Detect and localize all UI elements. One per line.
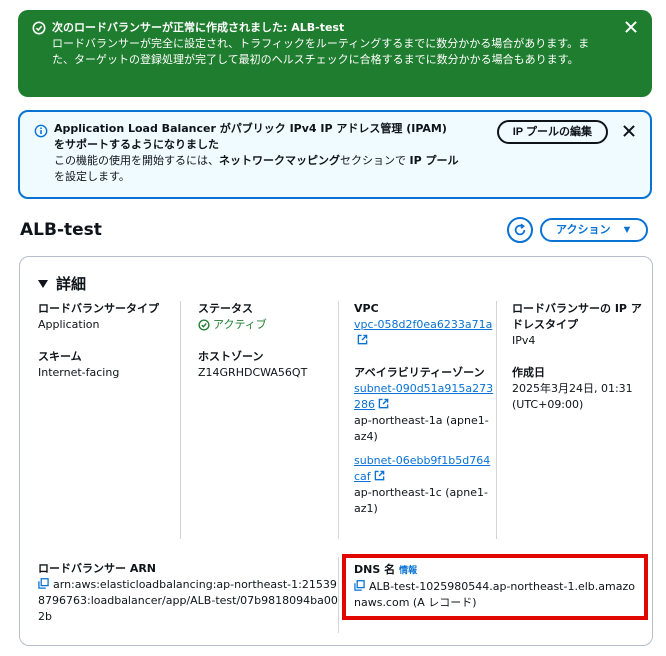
ip-type-label: ロードバランサーの IP アドレスタイプ [512,302,642,331]
arn-row: arn:aws:elasticloadbalancing:ap-northeas… [38,577,338,625]
edit-ip-pool-button[interactable]: IP プールの編集 [496,120,608,144]
status-badge: アクティブ [198,317,338,333]
column-divider [180,301,181,539]
subnet-1-az: ap-northeast-1a (apne1-az4) [354,414,489,443]
info-msg-suffix: を設定します。 [54,170,130,183]
dns-name-field-highlighted: DNS 名情報 ALB-test-1025980544.ap-northeast… [342,554,648,620]
vpc-link[interactable]: vpc-058d2f0ea6233a71a [354,318,492,331]
close-icon[interactable] [620,122,638,140]
success-check-icon [32,21,46,35]
info-flash-body: Application Load Balancer がパブリック IPv4 IP… [54,121,460,185]
external-link-icon[interactable] [357,334,368,345]
subnet-1-link[interactable]: subnet-090d51a915a273286 [354,382,493,411]
dns-row: ALB-test-1025980544.ap-northeast-1.elb.a… [354,579,636,611]
created-label: 作成日 [512,366,545,379]
subnet-2: subnet-06ebb9f1b5d764caf [354,453,494,485]
dns-label: DNS 名 [354,563,396,576]
details-container: 詳細 ロードバランサータイプ Application スキーム Internet… [19,256,653,646]
subnet-1: subnet-090d51a915a273286 [354,381,494,413]
external-link-icon[interactable] [374,470,385,481]
details-heading: 詳細 [56,275,87,293]
column-divider [338,301,339,539]
details-column-1: ロードバランサータイプ Application スキーム Internet-fa… [38,301,176,397]
dns-info-link[interactable]: 情報 [399,566,417,576]
scheme-label: スキーム [38,350,82,363]
info-msg-bold2: IP プール [409,154,459,167]
created-value: 2025年3月24日, 01:31 (UTC+09:00) [512,382,633,411]
info-msg-prefix: この機能の使用を開始するには、 [54,154,219,167]
az-label: アベイラビリティーゾーン [354,366,485,379]
copy-icon[interactable] [38,578,49,589]
status-label: ステータス [198,302,253,315]
external-link-icon[interactable] [378,398,389,409]
status-value: アクティブ [213,318,267,331]
column-divider [338,557,339,633]
caret-down-icon [38,279,48,288]
info-flash-message: この機能の使用を開始するには、ネットワークマッピングセクションで IP プールを… [54,153,460,185]
details-toggle[interactable]: 詳細 [38,273,86,294]
details-column-2: ステータス アクティブ ホストゾーン Z14GRHDCWA56QT [198,301,338,397]
success-flash-message: ロードバランサーが完全に設定され、トラフィックをルーティングするまでに数分かかる… [52,37,590,66]
arn-label: ロードバランサー ARN [38,562,157,575]
vpc-value: vpc-058d2f0ea6233a71a [354,317,494,349]
column-divider [496,301,497,539]
caret-down-icon: ▼ [621,224,633,236]
details-column-3: VPC vpc-058d2f0ea6233a71a アベイラビリティーゾーン s… [354,301,494,533]
arn-field: ロードバランサー ARN arn:aws:elasticloadbalancin… [38,561,338,625]
success-flash-body: 次のロードバランサーが正常に作成されました: ALB-test ロードバランサー… [52,20,602,68]
lb-type-value: Application [38,318,100,331]
details-column-4: ロードバランサーの IP アドレスタイプ IPv4 作成日 2025年3月24日… [512,301,648,429]
info-msg-mid: セクションで [340,154,410,167]
ip-type-value: IPv4 [512,334,536,347]
page-title: ALB-test [20,220,102,240]
copy-icon[interactable] [354,580,365,591]
subnet-2-az: ap-northeast-1c (apne1-az1) [354,486,488,515]
vpc-label: VPC [354,302,379,315]
info-msg-bold: ネットワークマッピング [219,154,340,167]
refresh-icon [514,223,526,236]
success-flash-title: 次のロードバランサーが正常に作成されました: ALB-test [52,21,345,34]
success-flashbar: 次のロードバランサーが正常に作成されました: ALB-test ロードバランサー… [18,10,652,97]
arn-value: arn:aws:elasticloadbalancing:ap-northeas… [38,578,338,623]
refresh-button[interactable] [507,217,533,243]
actions-dropdown-button[interactable]: アクション ▼ [540,218,649,242]
info-flash-title: Application Load Balancer がパブリック IPv4 IP… [54,122,447,151]
scheme-value: Internet-facing [38,366,120,379]
hosted-zone-label: ホストゾーン [198,350,264,363]
lb-type-label: ロードバランサータイプ [38,302,159,315]
actions-label: アクション [556,224,611,236]
info-icon [34,124,48,138]
dns-value: ALB-test-1025980544.ap-northeast-1.elb.a… [354,580,635,609]
info-flashbar: Application Load Balancer がパブリック IPv4 IP… [18,110,652,199]
status-check-icon [198,319,210,331]
hosted-zone-value: Z14GRHDCWA56QT [198,366,308,379]
close-icon[interactable] [622,18,640,36]
